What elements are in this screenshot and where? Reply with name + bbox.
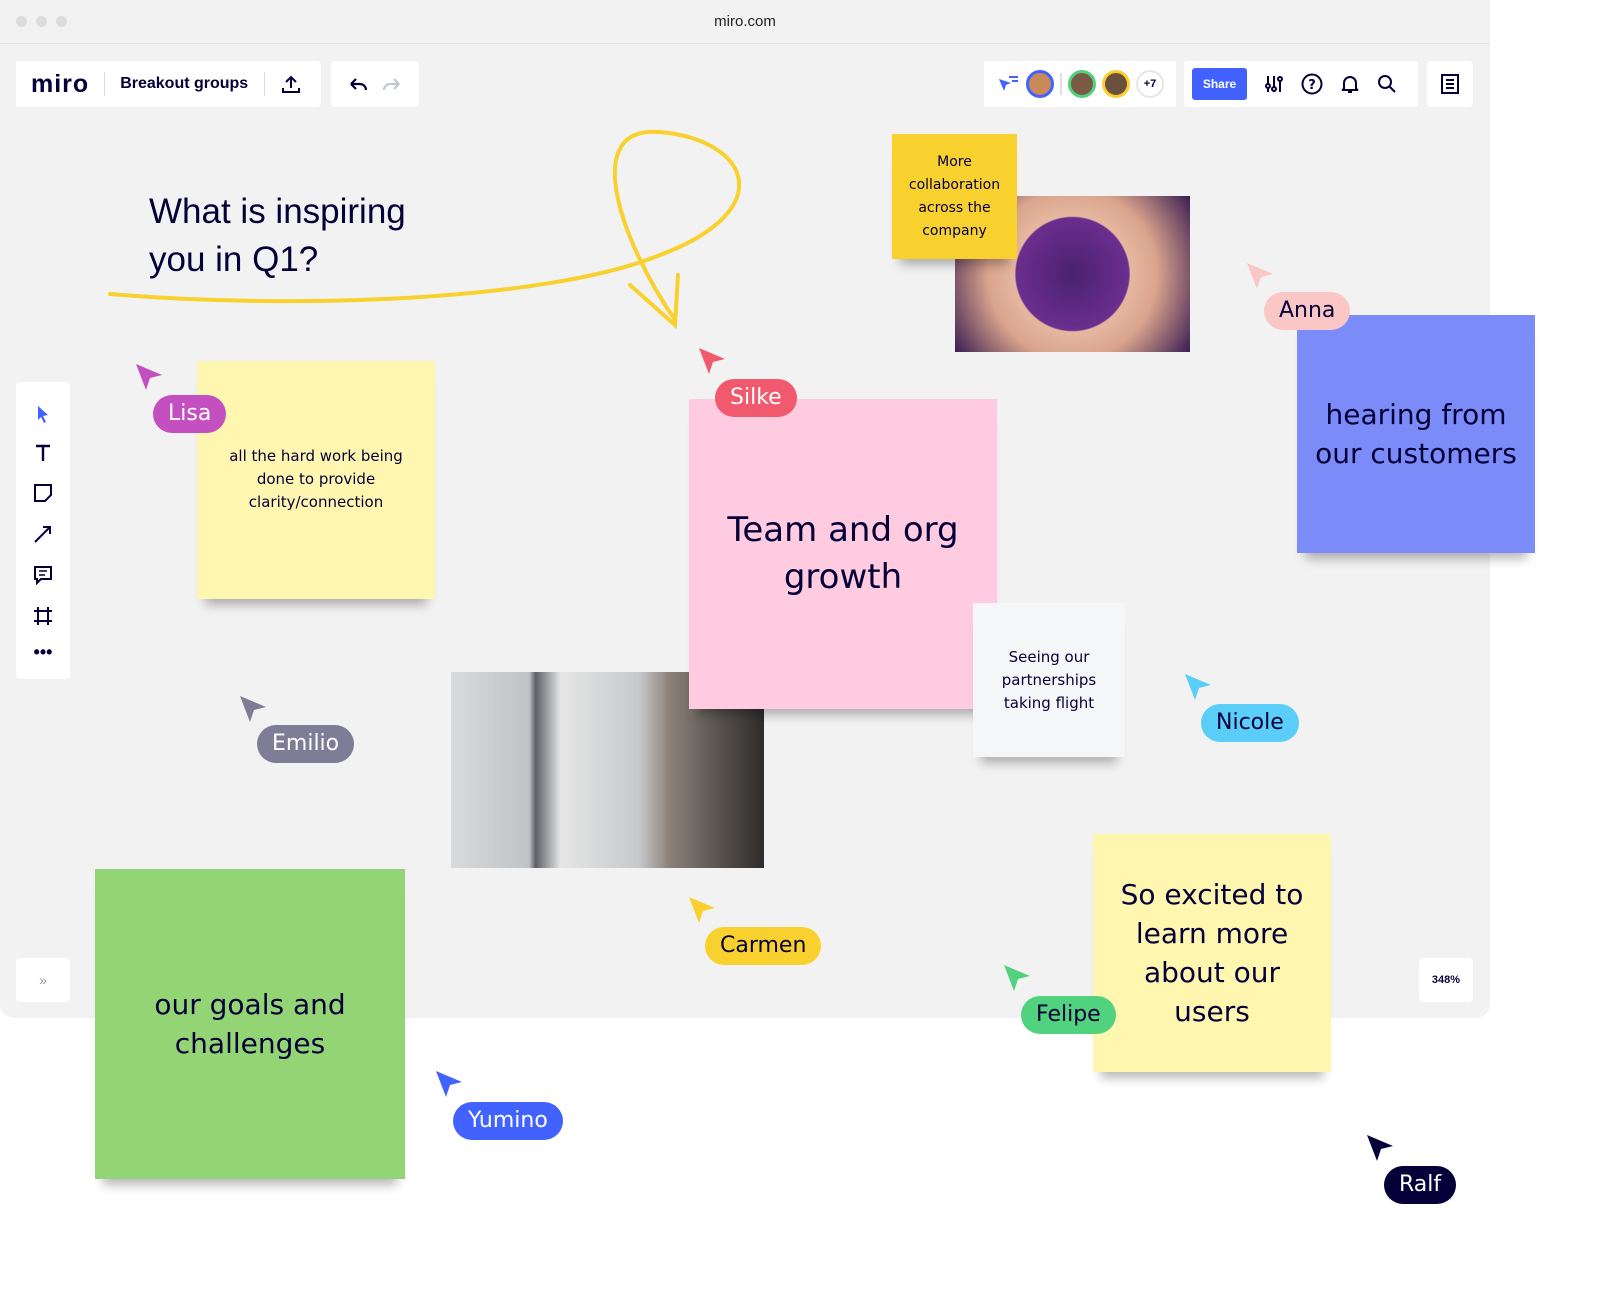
- cursor-label-emilio: Emilio: [257, 725, 355, 763]
- redo-icon[interactable]: [382, 77, 402, 91]
- cursor-label-carmen: Carmen: [705, 927, 822, 965]
- divider: [1060, 73, 1062, 95]
- title-bar: miro.com: [0, 0, 1490, 44]
- arrow-icon[interactable]: [33, 524, 53, 544]
- more-icon[interactable]: •••: [34, 643, 53, 661]
- zoom-level[interactable]: 348%: [1419, 958, 1473, 1002]
- text-icon[interactable]: [34, 444, 52, 462]
- sticky-note[interactable]: our goals and challenges: [95, 869, 405, 1179]
- bell-icon[interactable]: [1340, 74, 1360, 94]
- sticky-note[interactable]: hearing from our customers: [1297, 315, 1535, 553]
- cursor-arrow-icon: [136, 364, 162, 390]
- divider: [264, 72, 266, 96]
- sticky-note[interactable]: So excited to learn more about our users: [1093, 834, 1331, 1072]
- cursor-label-nicole: Nicole: [1201, 704, 1299, 742]
- cursor-label-ralf: Ralf: [1384, 1166, 1457, 1204]
- comment-icon[interactable]: [33, 565, 53, 585]
- cursor-label-anna: Anna: [1264, 292, 1351, 330]
- divider: [104, 72, 106, 96]
- frame-icon[interactable]: [33, 606, 53, 626]
- cursor-arrow-icon: [699, 348, 725, 374]
- cursor-arrow-icon: [1247, 263, 1273, 289]
- avatar[interactable]: [1068, 70, 1096, 98]
- sticky-note[interactable]: Seeing our partnerships taking flight: [973, 603, 1125, 757]
- select-icon[interactable]: [36, 405, 50, 423]
- cursor-label-yumino: Yumino: [453, 1102, 563, 1140]
- actions-panel: Share ?: [1184, 61, 1418, 107]
- board-name[interactable]: Breakout groups: [120, 75, 248, 93]
- cursor-arrow-icon: [436, 1071, 462, 1097]
- history-panel: [331, 61, 419, 107]
- upload-icon[interactable]: [281, 74, 301, 94]
- sticky-note[interactable]: all the hard work being done to provide …: [197, 361, 435, 599]
- cursor-follow-icon[interactable]: [998, 75, 1020, 93]
- cursor-arrow-icon: [240, 696, 266, 722]
- cursor-arrow-icon: [1367, 1135, 1393, 1161]
- sticky-note[interactable]: More collaboration across the company: [892, 134, 1017, 259]
- avatar[interactable]: [1102, 70, 1130, 98]
- cursor-arrow-icon: [689, 897, 715, 923]
- cursor-label-felipe: Felipe: [1021, 996, 1116, 1034]
- cursor-arrow-icon: [1004, 965, 1030, 991]
- drawn-arrow-scribble[interactable]: [100, 120, 760, 340]
- collaborators-panel: +7: [984, 61, 1176, 107]
- notes-icon[interactable]: [1441, 74, 1459, 94]
- miro-logo[interactable]: miro: [31, 70, 89, 99]
- help-icon[interactable]: ?: [1301, 73, 1323, 95]
- url-label: miro.com: [714, 13, 776, 30]
- undo-icon[interactable]: [348, 77, 368, 91]
- search-icon[interactable]: [1377, 74, 1397, 94]
- cursor-arrow-icon: [1185, 674, 1211, 700]
- sticky-note-icon[interactable]: [33, 483, 53, 503]
- more-collaborators-badge[interactable]: +7: [1136, 70, 1164, 98]
- tools-toolbar: •••: [16, 382, 70, 679]
- notes-panel: [1427, 61, 1473, 107]
- expand-icon[interactable]: »: [16, 958, 70, 1002]
- cursor-label-silke: Silke: [715, 379, 797, 417]
- share-button[interactable]: Share: [1192, 68, 1247, 100]
- cursor-label-lisa: Lisa: [153, 395, 227, 433]
- sticky-note[interactable]: Team and org growth: [689, 399, 997, 709]
- settings-sliders-icon[interactable]: [1264, 74, 1284, 94]
- board-panel: miro Breakout groups: [16, 61, 321, 107]
- avatar[interactable]: [1026, 70, 1054, 98]
- svg-text:?: ?: [1308, 78, 1316, 93]
